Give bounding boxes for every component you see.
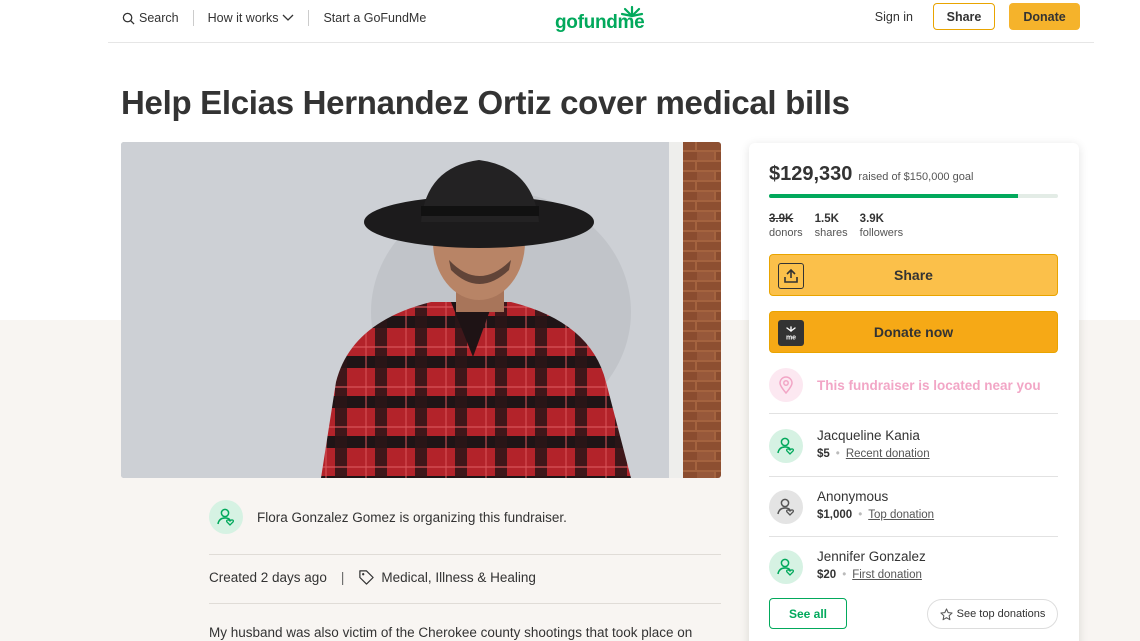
share-icon: [778, 263, 804, 289]
see-top-donations-label: See top donations: [956, 608, 1046, 620]
donor-name: Jennifer Gonzalez: [817, 549, 926, 564]
stat-value: 3.9K: [769, 213, 794, 225]
logo-sprout-icon: [621, 5, 644, 18]
search-link[interactable]: Search: [122, 9, 193, 27]
donate-now-label: Donate now: [873, 324, 954, 340]
card-divider: [769, 536, 1058, 537]
svg-text:me: me: [786, 335, 796, 342]
header-share-button[interactable]: Share: [933, 3, 995, 30]
see-all-button[interactable]: See all: [769, 598, 847, 629]
donor-name: Anonymous: [817, 489, 889, 504]
location-text: This fundraiser is located near you: [817, 377, 1041, 393]
top-navigation: Search How it works Start a GoFundMe gof…: [108, 0, 1094, 43]
search-icon: [122, 12, 135, 25]
organizer-text: Flora Gonzalez Gomez is organizing this …: [257, 509, 567, 525]
user-heart-icon: [777, 498, 795, 516]
location-notice: This fundraiser is located near you: [769, 368, 1041, 402]
donor-avatar: [769, 429, 803, 463]
category-link[interactable]: Medical, Illness & Healing: [358, 569, 536, 586]
progress-bar: [769, 194, 1058, 198]
start-gofundme-link[interactable]: Start a GoFundMe: [309, 9, 440, 27]
search-label: Search: [139, 11, 179, 25]
donor-name: Jacqueline Kania: [817, 428, 920, 443]
gofundme-logo[interactable]: gofundme: [555, 4, 646, 34]
raised-goal: raised of $150,000 goal: [858, 171, 974, 183]
tag-icon: [359, 570, 375, 585]
donor-avatar: [769, 490, 803, 524]
header-donate-button[interactable]: Donate: [1009, 3, 1080, 30]
star-icon: [940, 607, 953, 620]
see-top-donations-button[interactable]: See top donations: [927, 599, 1058, 629]
campaign-story: My husband was also victim of the Cherok…: [209, 625, 693, 640]
progress-fill: [769, 194, 1019, 198]
raised-amount: $129,330: [769, 163, 853, 185]
how-it-works-menu[interactable]: How it works: [194, 9, 309, 27]
meta-separator: |: [340, 570, 345, 585]
stat-shares: 1.5K shares: [815, 212, 848, 240]
chevron-down-icon: [282, 14, 294, 21]
how-it-works-label: How it works: [207, 11, 279, 25]
user-heart-icon: [777, 558, 795, 576]
stat-label: followers: [859, 227, 904, 239]
donation-item: Anonymous $1,000 • Top donation: [769, 488, 934, 524]
dot-separator: •: [842, 569, 847, 581]
campaign-photo: [121, 142, 721, 478]
user-heart-icon: [217, 508, 235, 526]
donor-avatar: [769, 550, 803, 584]
donation-amount: $5: [817, 448, 830, 460]
stats-row: 3.9K donors 1.5K shares 3.9K followers: [769, 212, 903, 240]
stat-donors[interactable]: 3.9K donors: [769, 212, 803, 240]
nav-right: Sign in Share Donate: [875, 3, 1080, 30]
created-date: Created 2 days ago: [209, 570, 327, 585]
raised-summary: $129,330 raised of $150,000 goal: [769, 163, 973, 186]
section-divider: [209, 603, 721, 604]
page-title: Help Elcias Hernandez Ortiz cover medica…: [121, 84, 850, 121]
section-divider: [209, 554, 721, 555]
card-divider: [769, 413, 1058, 414]
donation-card: $129,330 raised of $150,000 goal 3.9K do…: [749, 143, 1079, 641]
organizer-avatar: [209, 500, 243, 534]
user-heart-icon: [777, 437, 795, 455]
campaign-meta: Created 2 days ago | Medical, Illness & …: [209, 569, 536, 586]
top-donation-link[interactable]: Top donation: [868, 506, 934, 524]
start-gofundme-label: Start a GoFundMe: [323, 11, 427, 25]
sign-in-link[interactable]: Sign in: [875, 10, 913, 24]
donation-item: Jennifer Gonzalez $20 • First donation: [769, 548, 926, 584]
dot-separator: •: [858, 509, 863, 521]
stat-value: 1.5K: [814, 213, 839, 225]
card-divider: [769, 476, 1058, 477]
donation-amount: $1,000: [817, 509, 853, 521]
stat-value: 3.9K: [859, 213, 884, 225]
location-pin-icon: [769, 368, 803, 402]
stat-label: donors: [769, 227, 803, 239]
stat-followers: 3.9K followers: [860, 212, 903, 240]
organizer-row: Flora Gonzalez Gomez is organizing this …: [209, 500, 567, 534]
nav-left: Search How it works Start a GoFundMe: [122, 9, 440, 27]
share-button[interactable]: Share: [769, 254, 1058, 296]
first-donation-link[interactable]: First donation: [852, 566, 922, 584]
category-label: Medical, Illness & Healing: [381, 570, 536, 585]
dot-separator: •: [835, 448, 840, 460]
gofundme-me-icon: me: [778, 320, 804, 346]
share-button-label: Share: [894, 267, 933, 283]
campaign-photo-illustration: [121, 142, 721, 478]
recent-donation-link[interactable]: Recent donation: [846, 445, 930, 463]
donate-now-button[interactable]: me Donate now: [769, 311, 1058, 353]
donation-item: Jacqueline Kania $5 • Recent donation: [769, 427, 930, 463]
stat-label: shares: [814, 227, 848, 239]
donation-amount: $20: [817, 569, 837, 581]
